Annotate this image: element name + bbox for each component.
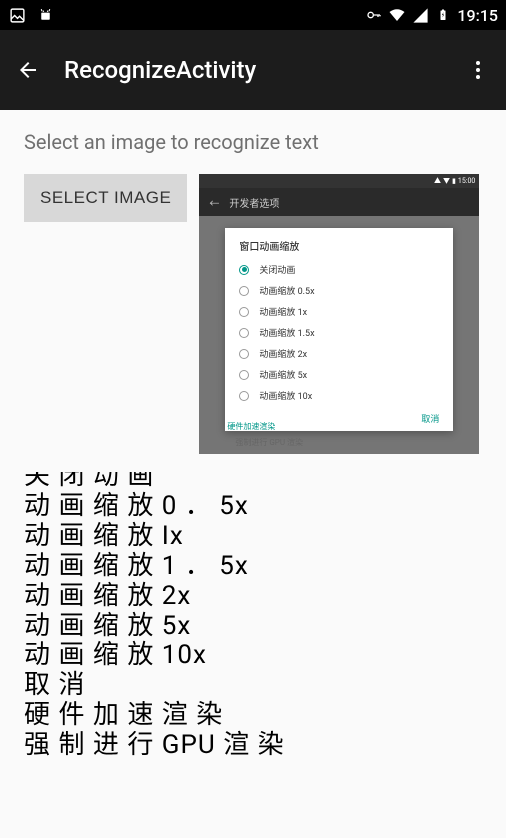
radio-icon — [239, 286, 249, 296]
subtitle: Select an image to recognize text — [24, 130, 482, 154]
preview-option: 动画缩放 1x — [225, 301, 453, 322]
preview-back-icon: ← — [209, 195, 219, 210]
preview-wifi-icon: ▼ — [443, 176, 450, 186]
radio-icon — [239, 328, 249, 338]
image-icon — [8, 6, 26, 24]
result-line: 动 画 缩 放 0 ． 5x — [24, 492, 482, 522]
radio-icon — [239, 370, 249, 380]
preview-option: 动画缩放 2x — [225, 343, 453, 364]
preview-signal-icon: ▲ — [434, 176, 441, 186]
preview-dialog-title: 窗口动画缩放 — [225, 238, 453, 259]
signal-icon — [411, 6, 429, 24]
app-title: RecognizeActivity — [64, 56, 466, 84]
result-line: 强 制 进 行 GPU 渲 染 — [24, 731, 482, 761]
select-image-button[interactable]: SELECT IMAGE — [24, 174, 187, 222]
preview-option: 动画缩放 5x — [225, 364, 453, 385]
result-line: 动 画 缩 放 1 ． 5x — [24, 552, 482, 582]
radio-icon — [239, 307, 249, 317]
result-line: 动 画 缩 放 5x — [24, 612, 482, 642]
preview-dialog: 窗口动画缩放 关闭动画 动画缩放 0.5x 动画缩放 1x 动画缩放 1.5x … — [225, 228, 453, 431]
preview-option: 动画缩放 10x — [225, 385, 453, 406]
vpn-key-icon — [365, 6, 383, 24]
app-bar: RecognizeActivity — [0, 30, 506, 110]
preview-header: ← 开发者选项 — [199, 188, 479, 216]
result-line: 关 闭 动 画 — [24, 472, 482, 492]
battery-charging-icon — [434, 6, 452, 24]
radio-selected-icon — [239, 265, 249, 275]
preview-header-title: 开发者选项 — [229, 195, 279, 210]
main-content: Select an image to recognize text SELECT… — [0, 110, 506, 781]
preview-option: 动画缩放 1.5x — [225, 322, 453, 343]
result-line: 取 消 — [24, 671, 482, 701]
image-preview: ▲ ▼ ▮ 15:00 ← 开发者选项 窗口动画缩放 关闭动画 动画缩放 0.5… — [199, 174, 479, 454]
back-button[interactable] — [16, 58, 40, 82]
preview-status-bar: ▲ ▼ ▮ 15:00 — [199, 174, 479, 188]
preview-bottom-text2: 强制进行 GPU 渲染 — [235, 437, 303, 448]
preview-option: 关闭动画 — [225, 259, 453, 280]
preview-bottom-text: 硬件加速渲染 — [227, 421, 275, 432]
result-line: 动 画 缩 放 2x — [24, 582, 482, 612]
preview-option: 动画缩放 0.5x — [225, 280, 453, 301]
result-line: 硬 件 加 速 渲 染 — [24, 701, 482, 731]
result-line: 动 画 缩 放 Ix — [24, 522, 482, 552]
preview-clock: 15:00 — [458, 177, 475, 185]
overflow-menu-button[interactable] — [466, 58, 490, 82]
android-icon — [36, 6, 54, 24]
status-clock: 19:15 — [457, 6, 498, 25]
radio-icon — [239, 391, 249, 401]
wifi-icon — [388, 6, 406, 24]
result-line: 动 画 缩 放 10x — [24, 641, 482, 671]
preview-battery-icon: ▮ — [452, 177, 456, 185]
radio-icon — [239, 349, 249, 359]
ocr-results: 关 闭 动 画 动 画 缩 放 0 ． 5x 动 画 缩 放 Ix 动 画 缩 … — [24, 472, 482, 761]
status-bar: 19:15 — [0, 0, 506, 30]
